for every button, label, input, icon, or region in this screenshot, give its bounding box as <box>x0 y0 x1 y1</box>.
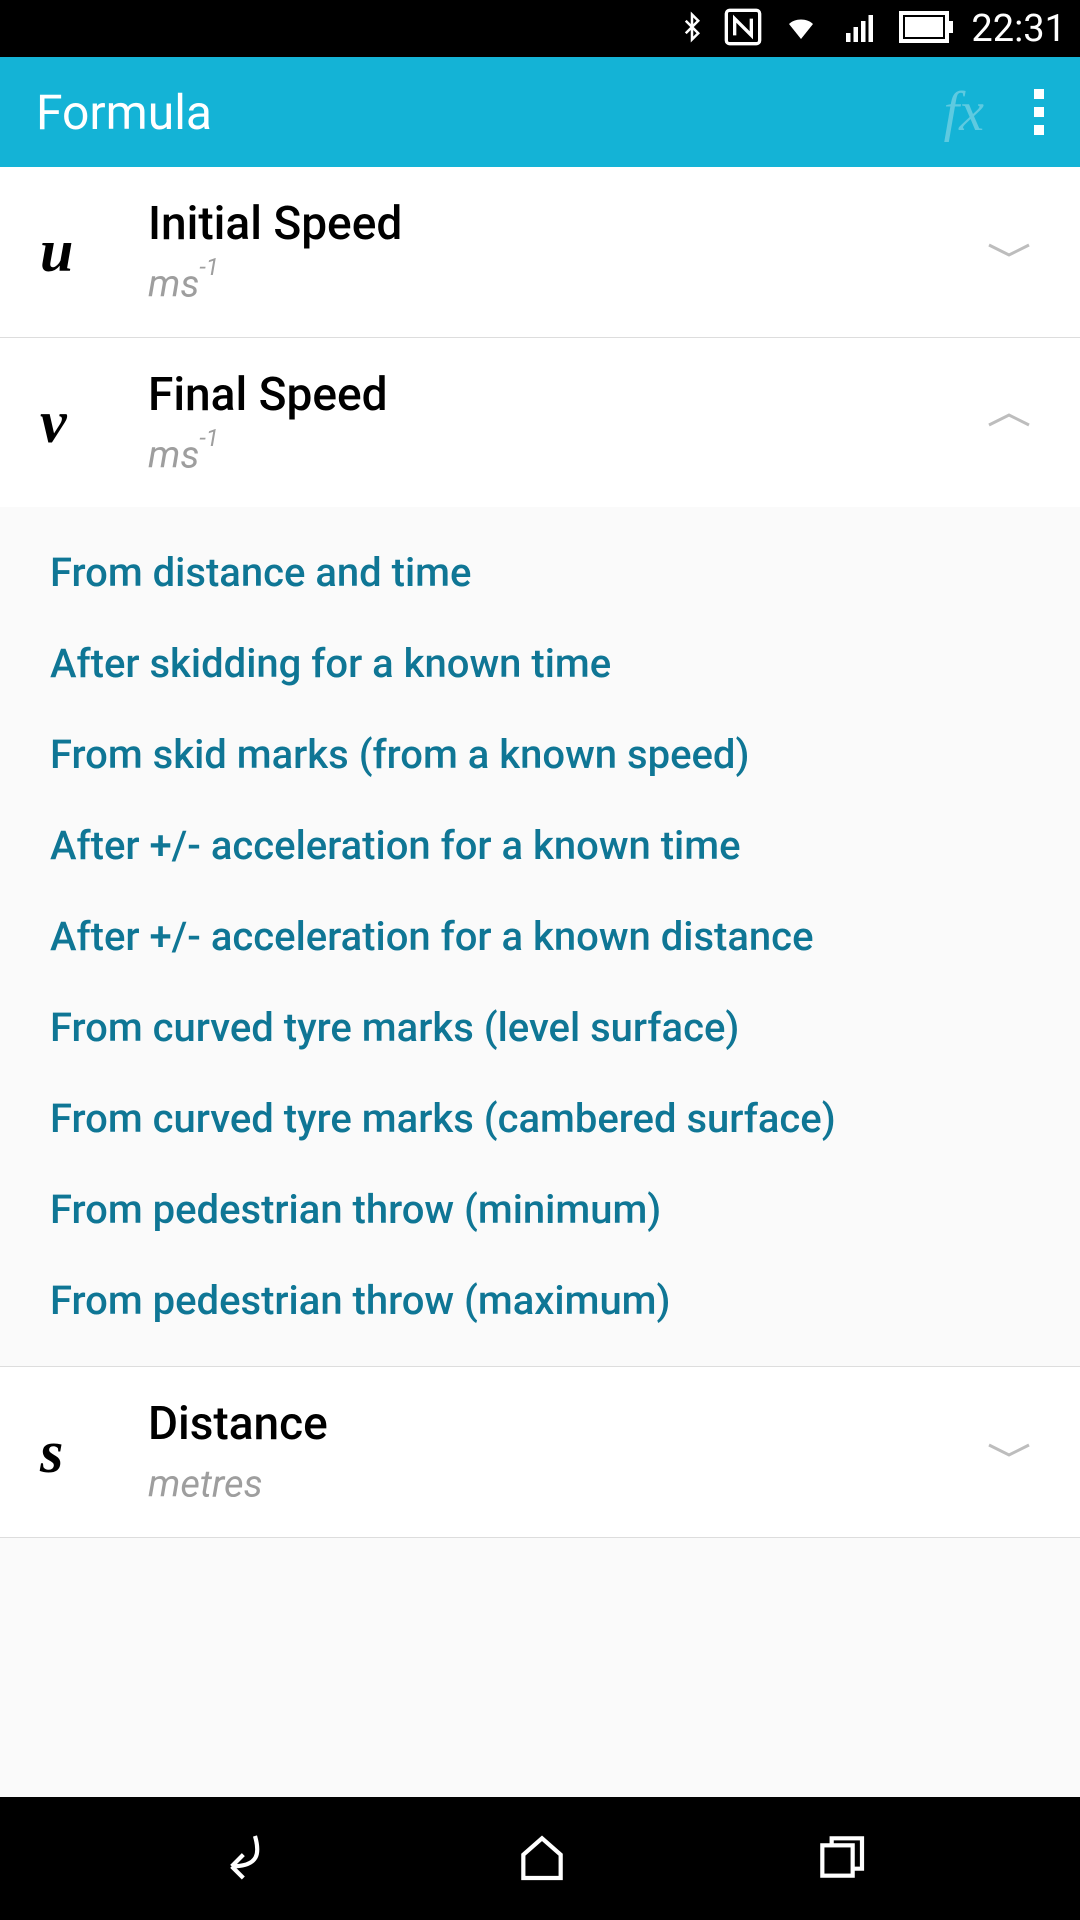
item-title: Initial Speed <box>148 197 984 251</box>
list-item-distance[interactable]: s Distance metres <box>0 1367 1080 1538</box>
recent-apps-button[interactable] <box>813 1829 869 1889</box>
symbol: s <box>40 1418 140 1487</box>
wifi-icon <box>779 9 823 49</box>
chevron-up-icon <box>984 410 1044 434</box>
home-button[interactable] <box>514 1829 570 1889</box>
sub-list-final-speed: From distance and time After skidding fo… <box>0 507 1080 1367</box>
nfc-icon <box>723 7 763 51</box>
sub-item[interactable]: After +/- acceleration for a known dista… <box>50 891 1080 982</box>
sub-item[interactable]: From curved tyre marks (cambered surface… <box>50 1073 1080 1164</box>
status-time: 22:31 <box>971 7 1066 51</box>
item-title: Final Speed <box>148 368 984 422</box>
content: u Initial Speed ms-1 v Final Speed ms-1 … <box>0 167 1080 1797</box>
item-unit: ms-1 <box>148 261 984 307</box>
fx-icon[interactable]: fx <box>944 80 984 144</box>
item-title: Distance <box>148 1397 984 1451</box>
sub-item[interactable]: From pedestrian throw (maximum) <box>50 1255 1080 1346</box>
item-text: Distance metres <box>140 1397 984 1507</box>
sub-item[interactable]: From skid marks (from a known speed) <box>50 709 1080 800</box>
sub-item[interactable]: From curved tyre marks (level surface) <box>50 982 1080 1073</box>
list-item-initial-speed[interactable]: u Initial Speed ms-1 <box>0 167 1080 338</box>
sub-item[interactable]: After +/- acceleration for a known time <box>50 800 1080 891</box>
item-text: Initial Speed ms-1 <box>140 197 984 307</box>
overflow-menu-icon[interactable] <box>1034 89 1044 135</box>
sub-item[interactable]: After skidding for a known time <box>50 618 1080 709</box>
app-title: Formula <box>36 84 944 141</box>
item-unit: metres <box>148 1461 984 1507</box>
nav-bar <box>0 1797 1080 1920</box>
item-text: Final Speed ms-1 <box>140 368 984 478</box>
item-unit: ms-1 <box>148 432 984 478</box>
symbol: u <box>40 217 140 286</box>
battery-icon <box>899 11 955 47</box>
chevron-down-icon <box>984 240 1044 264</box>
app-bar: Formula fx <box>0 57 1080 167</box>
status-bar: 22:31 <box>0 0 1080 57</box>
symbol: v <box>40 388 140 457</box>
chevron-down-icon <box>984 1440 1044 1464</box>
sub-item[interactable]: From distance and time <box>50 527 1080 618</box>
sub-item[interactable]: From pedestrian throw (minimum) <box>50 1164 1080 1255</box>
signal-icon <box>839 9 883 49</box>
bluetooth-icon <box>677 7 707 51</box>
back-button[interactable] <box>211 1829 271 1889</box>
list-item-final-speed[interactable]: v Final Speed ms-1 <box>0 338 1080 508</box>
